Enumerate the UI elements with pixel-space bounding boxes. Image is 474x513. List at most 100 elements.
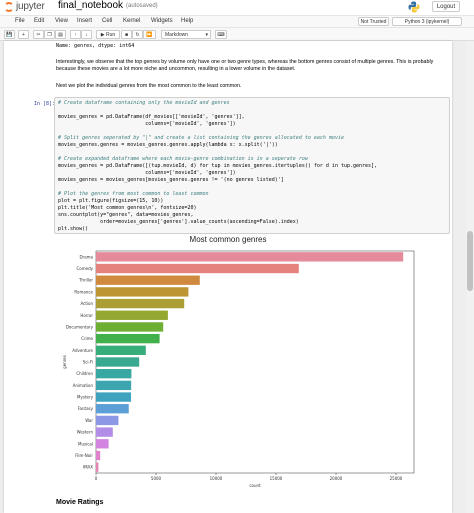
category-label: Thriller [78, 278, 93, 283]
bar-romance [96, 287, 189, 297]
menubar: File Edit View Insert Cell Kernel Widget… [0, 15, 474, 28]
code-line: plt.title('Most common genres\n', fontsi… [58, 205, 197, 211]
category-label: Romance [74, 289, 93, 294]
bar-mystery [96, 392, 132, 402]
cell-prompt: In [8]: [34, 101, 56, 107]
category-label: Horror [80, 313, 93, 318]
code-line: sns.countplot(y="genres", data=movies_ge… [58, 212, 194, 218]
scrollbar[interactable] [466, 41, 474, 513]
section-heading: Movie Ratings [56, 499, 104, 506]
move-up-icon[interactable]: ↑ [70, 30, 81, 39]
restart-run-all-icon[interactable]: ⏩ [143, 30, 156, 39]
trusted-indicator[interactable]: Not Trusted [358, 17, 389, 26]
run-label: Run [106, 31, 116, 38]
bar-drama [96, 252, 404, 262]
jupyter-logo[interactable]: jupyter [4, 1, 45, 12]
markdown-paragraph-1: Interestingly, we observe that the top g… [56, 59, 434, 73]
bar-imax [96, 462, 99, 472]
bar-film-noir [96, 450, 101, 461]
bar-animation [96, 380, 132, 391]
x-tick-label: 15000 [270, 476, 283, 481]
code-line: # Plot the genres from most common to le… [58, 191, 209, 197]
genres-bar-chart: Drama Comedy Thriller Romance Action Horror Do… [62, 250, 415, 488]
y-axis-label: genres [62, 355, 67, 369]
jupyter-ring-icon [4, 1, 14, 12]
category-label: Film-Noir [75, 453, 93, 458]
copy-icon[interactable]: ❐ [44, 30, 55, 39]
bar-horror [96, 310, 168, 320]
chevron-down-icon: ▾ [205, 32, 208, 38]
category-label: Crime [81, 336, 93, 341]
category-label: Musical [78, 441, 93, 446]
category-label: Adventure [72, 348, 93, 353]
kernel-indicator[interactable]: Python 3 (ipykernel) [392, 17, 462, 26]
code-line: movies_genres = movies_genres[movies_gen… [58, 177, 284, 183]
category-label: Action [80, 301, 93, 306]
restart-icon[interactable]: ↻ [132, 30, 143, 39]
markdown-paragraph-2: Next we plot the individual genres from … [56, 83, 242, 89]
cut-icon[interactable]: ✂ [33, 30, 44, 39]
category-label: Drama [79, 254, 93, 259]
header: jupyter final_notebook (autosaved) Logou… [0, 0, 474, 15]
category-label: Sci-Fi [83, 360, 93, 365]
category-label: Documentary [66, 324, 94, 329]
menu-widgets[interactable]: Widgets [151, 18, 173, 24]
category-label: Mystery [77, 395, 94, 400]
category-label: IMAX [83, 465, 93, 470]
paste-icon[interactable]: ▤ [55, 30, 66, 39]
command-palette-icon[interactable]: ⌨ [215, 30, 227, 39]
logo-text: jupyter [16, 1, 45, 12]
add-cell-icon[interactable]: + [18, 30, 29, 39]
move-down-icon[interactable]: ↓ [81, 30, 92, 39]
menu-edit[interactable]: Edit [34, 18, 44, 24]
bar-crime [96, 333, 160, 344]
x-tick-label: 0 [95, 476, 98, 481]
cell-type-value: Markdown [165, 32, 189, 38]
code-line: # Create expanded dataframe where each m… [58, 156, 308, 162]
category-label: Animation [73, 383, 94, 388]
menu-view[interactable]: View [55, 18, 68, 24]
x-axis-label: count [249, 483, 261, 488]
code-cell[interactable]: # Create dataframe containing only the m… [54, 97, 450, 234]
menu-kernel[interactable]: Kernel [123, 18, 140, 24]
bar-action [96, 298, 185, 309]
code-line: columns=['movieId', 'genres']) [58, 121, 236, 127]
toolbar: 💾 + ✂ ❐ ▤ ↑ ↓ ▶ Run ■ ↻ ⏩ Markdown ▾ ⌨ [0, 28, 474, 41]
code-line: columns=['movieId', 'genres']) [58, 170, 236, 176]
bar-sci-fi [96, 357, 140, 367]
menu-help[interactable]: Help [181, 18, 193, 24]
autosave-status: (autosaved) [126, 3, 158, 9]
x-tick-label: 25000 [390, 476, 403, 481]
code-line: movies_genres.genres = movies_genres.gen… [58, 142, 278, 148]
code-line: plt.show() [58, 226, 89, 232]
bar-thriller [96, 275, 200, 285]
save-icon[interactable]: 💾 [4, 30, 15, 39]
code-line: movies_genres = pd.DataFrame([(tup.movie… [58, 163, 378, 169]
code-line: # Create dataframe containing only the m… [58, 100, 230, 106]
bar-musical [96, 439, 109, 449]
category-label: Children [76, 371, 93, 376]
code-line: movies_genres = pd.DataFrame(df_movies[[… [58, 114, 245, 120]
menu-insert[interactable]: Insert [77, 18, 92, 24]
bar-fantasy [96, 404, 129, 414]
code-line: order=movies_genres['genres'].value_coun… [58, 219, 299, 225]
bar-children [96, 369, 132, 379]
logout-button[interactable]: Logout [432, 1, 460, 12]
x-tick-label: 5000 [151, 476, 162, 481]
python-icon [408, 1, 420, 13]
category-label: Western [77, 430, 94, 435]
category-label: Comedy [76, 266, 93, 271]
notebook-name[interactable]: final_notebook [58, 0, 123, 11]
menu-cell[interactable]: Cell [102, 18, 112, 24]
run-button[interactable]: ▶ Run [96, 30, 120, 39]
scroll-thumb[interactable] [467, 231, 473, 291]
code-line: plot = plt.figure(figsize=(15, 10)) [58, 198, 164, 204]
x-tick-label: 10000 [210, 476, 223, 481]
bar-documentary [96, 322, 164, 332]
menu-file[interactable]: File [15, 18, 25, 24]
interrupt-icon[interactable]: ■ [121, 30, 132, 39]
cell-type-select[interactable]: Markdown ▾ [161, 30, 211, 39]
category-label: Fantasy [78, 406, 94, 411]
previous-output: Name: genres, dtype: int64 [56, 43, 135, 49]
code-line: # Split genres seperated by "|" and crea… [58, 135, 344, 141]
